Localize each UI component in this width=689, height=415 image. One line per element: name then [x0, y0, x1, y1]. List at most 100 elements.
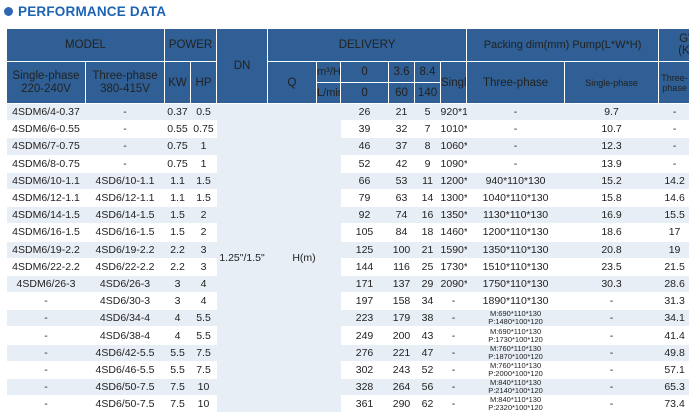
head-at-flow-2-cell: 25	[414, 258, 441, 276]
packing-single-phase-cell: -	[440, 378, 467, 397]
head-at-flow-2-cell: 29	[414, 275, 441, 294]
packing-three-phase-cell: 1890*110*130	[466, 292, 565, 311]
packing-three-phase-cell: 940*110*130	[466, 172, 565, 190]
packing-pump-dim: P:2140*100*120	[488, 386, 543, 396]
performance-table: MODEL POWER DN DELIVERY Packing dim(mm) …	[6, 28, 689, 414]
packing-single-phase-cell: 1010*110*185	[440, 120, 467, 139]
head-at-flow-2-cell: 8	[414, 137, 441, 156]
gw-single-phase-cell: 30.3	[564, 275, 659, 294]
head-at-flow-1-cell: 290	[388, 395, 415, 414]
packing-pump-dim: P:1730*100*120	[488, 334, 543, 344]
power-kw-cell: 7.5	[164, 378, 191, 397]
head-at-flow-0-cell: 249	[340, 326, 389, 345]
section-title-text: PERFORMANCE DATA	[18, 3, 167, 19]
power-kw-cell: 0.75	[164, 155, 191, 173]
packing-pump-dim: P:2000*100*120	[488, 368, 543, 378]
head-at-flow-0-cell: 79	[340, 189, 389, 208]
head-at-flow-1-cell: 158	[388, 292, 415, 311]
head-at-flow-0-cell: 39	[340, 120, 389, 139]
model-single-phase-cell: -	[6, 292, 86, 311]
model-single-phase-cell: 4SDM6/12-1.1	[6, 189, 86, 208]
gw-three-phase-cell: -	[658, 120, 689, 139]
gw-single-phase-cell: -	[564, 344, 659, 362]
head-at-flow-2-cell: 18	[414, 223, 441, 242]
head-at-flow-2-cell: 16	[414, 206, 441, 225]
head-label-cell: H(m)	[267, 103, 341, 414]
packing-single-phase-cell: 1090*110*185	[440, 155, 467, 173]
head-at-flow-2-cell: 38	[414, 309, 441, 328]
gw-single-phase-cell: -	[564, 395, 659, 414]
packing-single-phase-cell: 1730*110*185	[440, 258, 467, 276]
section-title: PERFORMANCE DATA	[4, 1, 166, 21]
packing-three-phase-cell: M:690*110*130 P:1480*100*120	[466, 309, 565, 328]
gw-single-phase-cell: -	[564, 378, 659, 397]
model-three-phase-cell: 4SD6/50-7.5	[85, 378, 165, 397]
model-single-phase-cell: 4SDM6/19-2.2	[6, 241, 86, 259]
model-three-phase-cell: 4SD6/14-1.5	[85, 206, 165, 225]
head-at-flow-0-cell: 171	[340, 275, 389, 294]
model-single-phase-cell: -	[6, 361, 86, 380]
gw-single-phase-cell: 13.9	[564, 155, 659, 173]
head-at-flow-1-cell: 53	[388, 172, 415, 190]
head-at-flow-2-cell: 52	[414, 361, 441, 380]
head-at-flow-2-cell: 62	[414, 395, 441, 414]
table-row: 4SDM6/8-0.75-0.751524291090*110*185-13.9…	[6, 155, 689, 173]
head-at-flow-2-cell: 56	[414, 378, 441, 397]
head-at-flow-1-cell: 37	[388, 137, 415, 156]
header-gw-text: GW (Kg)	[678, 33, 689, 57]
gw-three-phase-cell: 14.6	[658, 189, 689, 208]
table-row: -4SD6/34-4 4 5.5 223 179 38- M:690*110*130 P:14…	[6, 309, 689, 328]
header-kw: KW	[164, 61, 191, 104]
power-hp-cell: 1.5	[190, 189, 217, 208]
head-at-flow-2-cell: 34	[414, 292, 441, 311]
gw-single-phase-cell: 15.8	[564, 189, 659, 208]
gw-three-phase-cell: 41.4	[658, 326, 689, 345]
table-row: -4SD6/50-7.5 7.5 10 328 264 56- M:840*110*130 P…	[6, 378, 689, 397]
head-at-flow-2-cell: 43	[414, 326, 441, 345]
table-row: -4SD6/38-4 4 5.5 249 200 43- M:690*110*130 P:17…	[6, 326, 689, 345]
power-kw-cell: 1.1	[164, 189, 191, 208]
gw-three-phase-cell: 17	[658, 223, 689, 242]
header-delivery: DELIVERY	[267, 28, 468, 62]
packing-single-phase-cell: 1300*110*185	[440, 189, 467, 208]
table-body: 4SDM6/4-0.37-0.37 0.5 1.25"/1.5" H(m) 26 21 5 9…	[6, 103, 689, 414]
power-kw-cell: 5.5	[164, 361, 191, 380]
model-three-phase-cell: 4SD6/19-2.2	[85, 241, 165, 259]
head-at-flow-0-cell: 197	[340, 292, 389, 311]
table-row: -4SD6/42-5.5 5.5 7.5 276 221 47- M:760*110*130…	[6, 344, 689, 362]
head-at-flow-0-cell: 105	[340, 223, 389, 242]
packing-pump-dim: P:2320*100*120	[488, 403, 543, 413]
header-m3h: m³/H	[316, 61, 342, 83]
power-hp-cell: 1	[190, 155, 217, 173]
packing-three-phase-cell: 1130*110*130	[466, 206, 565, 225]
head-at-flow-1-cell: 137	[388, 275, 415, 294]
power-kw-cell: 1.1	[164, 172, 191, 190]
packing-single-phase-cell: 1200*110*185	[440, 172, 467, 190]
header-dn: DN	[216, 28, 269, 104]
model-single-phase-cell: 4SDM6/16-1.5	[6, 223, 86, 242]
model-single-phase-cell: -	[6, 326, 86, 345]
table-row: 4SDM6/19-2.24SD6/19-2.22.23 125100211590*…	[6, 241, 689, 259]
table-row: 4SDM6/7-0.75-0.751463781060*110*185-12.3…	[6, 137, 689, 156]
power-kw-cell: 0.37	[164, 103, 191, 122]
head-at-flow-1-cell: 74	[388, 206, 415, 225]
packing-three-phase-cell: -	[466, 120, 565, 139]
header-hp: HP	[189, 61, 218, 104]
power-kw-cell: 2.2	[164, 241, 191, 259]
header-flow-m3h-1: 3.6	[388, 61, 416, 83]
head-at-flow-1-cell: 42	[388, 155, 415, 173]
header-gw-single-text: Single-phase	[585, 77, 638, 88]
power-hp-cell: 4	[190, 275, 217, 294]
gw-three-phase-cell: 34.1	[658, 309, 689, 328]
power-hp-cell: 3	[190, 241, 217, 259]
gw-three-phase-cell: 73.4	[658, 395, 689, 414]
head-at-flow-1-cell: 32	[388, 120, 415, 139]
gw-three-phase-cell: 49.8	[658, 344, 689, 362]
header-packing: Packing dim(mm) Pump(L*W*H)	[466, 28, 660, 62]
model-three-phase-cell: -	[85, 137, 165, 156]
power-kw-cell: 3	[164, 292, 191, 311]
power-kw-cell: 0.55	[164, 120, 191, 139]
gw-three-phase-cell: 65.3	[658, 378, 689, 397]
header-gw-single: Single-phase	[564, 61, 660, 104]
header-single-phase-model-text: Single-phase 220-240V	[12, 69, 80, 95]
